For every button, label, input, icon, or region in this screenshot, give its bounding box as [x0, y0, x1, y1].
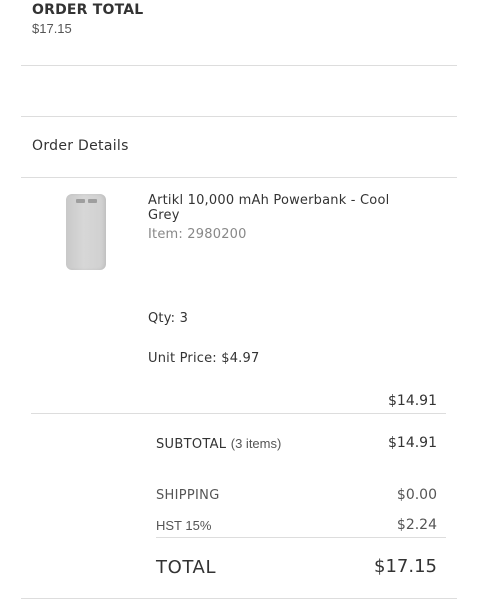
product-image[interactable]: [66, 194, 106, 270]
quantity-value: 3: [179, 311, 189, 326]
total-value: $17.15: [374, 556, 437, 577]
item-number: Item: 2980200: [148, 227, 247, 242]
divider: [21, 116, 457, 117]
unit-price-row: Unit Price: $4.97: [148, 351, 259, 366]
subtotal-text: SUBTOTAL: [156, 437, 227, 452]
divider: [21, 598, 457, 599]
total-label: TOTAL: [156, 557, 217, 578]
order-details-heading: Order Details: [32, 138, 129, 154]
divider: [31, 413, 446, 414]
hst-value: $2.24: [396, 517, 437, 533]
order-total-value: $17.15: [32, 21, 72, 36]
divider: [156, 537, 446, 538]
unit-price-label: Unit Price:: [148, 351, 217, 366]
order-total-heading: ORDER TOTAL: [32, 2, 144, 18]
hst-label: HST 15%: [156, 518, 212, 533]
subtotal-value: $14.91: [388, 435, 437, 451]
unit-price-value: $4.97: [221, 351, 260, 366]
usb-port-icon: [88, 199, 97, 203]
subtotal-item-count: (3 items): [230, 436, 282, 451]
product-name[interactable]: Artikl 10,000 mAh Powerbank - Cool Grey: [148, 193, 423, 223]
shipping-label: SHIPPING: [156, 488, 220, 503]
divider: [21, 65, 457, 66]
quantity-label: Qty:: [148, 311, 176, 326]
divider: [21, 177, 457, 178]
shipping-value: $0.00: [396, 487, 437, 503]
line-total: $14.91: [388, 393, 437, 409]
quantity-row: Qty: 3: [148, 311, 188, 326]
usb-port-icon: [76, 199, 85, 203]
subtotal-label: SUBTOTAL (3 items): [156, 436, 281, 452]
